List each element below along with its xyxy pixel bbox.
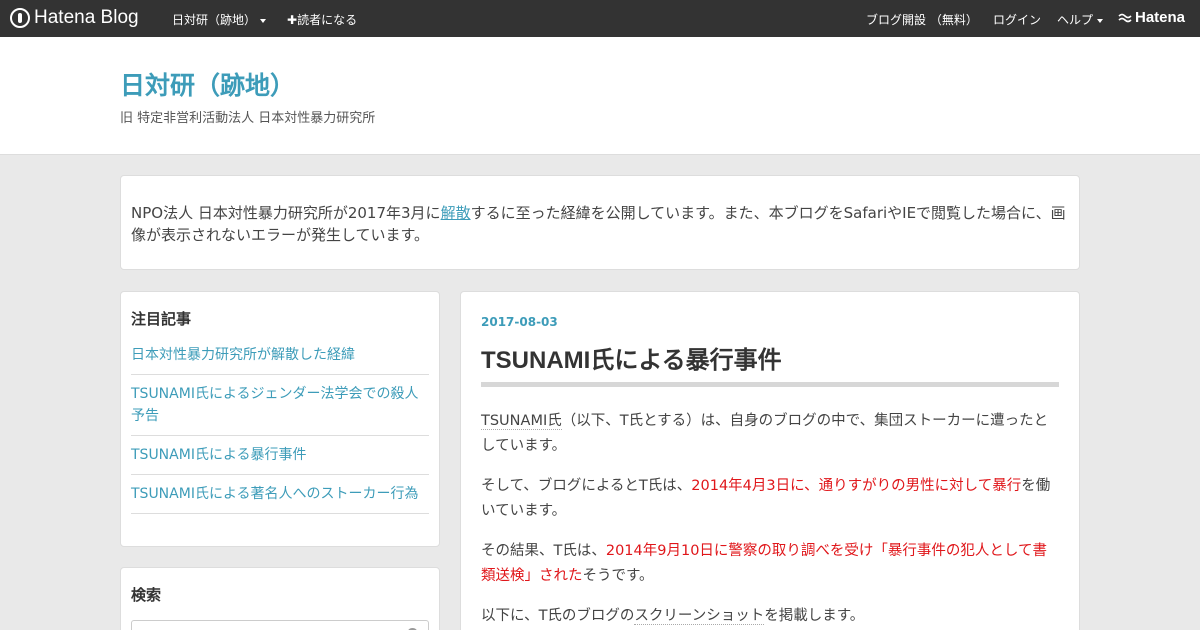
blog-description: 旧 特定非営利活動法人 日本対性暴力研究所 bbox=[120, 111, 376, 126]
keyword-link[interactable]: スクリーンショット bbox=[634, 608, 765, 625]
paragraph-text: そして、ブログによるとT氏は、 bbox=[481, 478, 692, 494]
paragraph: そして、ブログによるとT氏は、2014年4月3日に、通りすがりの男性に対して暴行… bbox=[481, 474, 1061, 524]
featured-item[interactable]: TSUNAMI氏によるジェンダー法学会での殺人予告 bbox=[131, 375, 429, 436]
hatena-blog-logo-text: Hatena Blog bbox=[34, 7, 139, 28]
title-divider bbox=[481, 382, 1059, 387]
dissolution-link[interactable]: 解散 bbox=[441, 204, 471, 222]
paragraph: その結果、T氏は、2014年9月10日に警察の取り調べを受け「暴行事件の犯人とし… bbox=[481, 539, 1061, 589]
subscribe-button[interactable]: ✚読者になる bbox=[287, 11, 357, 28]
post-title[interactable]: TSUNAMI氏による暴行事件 bbox=[481, 340, 782, 375]
hatena-logo-text: Hatena bbox=[1135, 9, 1186, 26]
paragraph-text: 以下に、T氏のブログの bbox=[481, 608, 635, 624]
post-body: TSUNAMI氏（以下、T氏とする）は、自身のブログの中で、集団ストーカーに遭っ… bbox=[481, 409, 1061, 630]
blog-menu-label: 日対研（跡地） bbox=[172, 13, 257, 27]
hatena-wave-icon bbox=[1118, 13, 1132, 22]
featured-articles-module: 注目記事 日本対性暴力研究所が解散した経緯 TSUNAMI氏によるジェンダー法学… bbox=[120, 291, 440, 547]
highlighted-text: 2014年4月3日に、通りすがりの男性に対して暴行 bbox=[691, 478, 1022, 494]
search-input[interactable] bbox=[131, 620, 429, 630]
blog-menu-dropdown[interactable]: 日対研（跡地） bbox=[172, 11, 267, 28]
featured-list: 日本対性暴力研究所が解散した経緯 TSUNAMI氏によるジェンダー法学会での殺人… bbox=[131, 336, 429, 514]
subscribe-label: 読者になる bbox=[297, 13, 358, 27]
plus-icon: ✚ bbox=[287, 13, 298, 27]
global-header: Hatena Blog 日対研（跡地） ✚読者になる ブログ開設 （無料） ログ… bbox=[0, 0, 1200, 37]
paragraph-text: を掲載します。 bbox=[764, 608, 865, 624]
paragraph-text: そうです。 bbox=[582, 568, 654, 584]
hatena-logo[interactable]: Hatena bbox=[1118, 9, 1185, 26]
notice-text: NPO法人 日本対性暴力研究所が2017年3月に解散するに至った経緯を公開してい… bbox=[131, 202, 1066, 246]
featured-heading: 注目記事 bbox=[131, 310, 192, 328]
search-module: 検索 bbox=[120, 567, 440, 630]
help-label: ヘルプ bbox=[1057, 13, 1094, 27]
blog-header: 日対研（跡地） 旧 特定非営利活動法人 日本対性暴力研究所 bbox=[0, 37, 1200, 155]
featured-item[interactable]: 日本対性暴力研究所が解散した経緯 bbox=[131, 336, 429, 375]
search-heading: 検索 bbox=[131, 586, 162, 604]
notice-box: NPO法人 日本対性暴力研究所が2017年3月に解散するに至った経緯を公開してい… bbox=[120, 175, 1080, 270]
article: 2017-08-03 TSUNAMI氏による暴行事件 TSUNAMI氏（以下、T… bbox=[460, 291, 1080, 630]
paragraph-text: その結果、T氏は、 bbox=[481, 543, 606, 559]
open-blog-link[interactable]: ブログ開設 （無料） bbox=[866, 11, 978, 28]
paragraph-text: （以下、T氏とする）は、自身のブログの中で、集団ストーカーに遭ったとしています。 bbox=[481, 413, 1049, 454]
blog-title[interactable]: 日対研（跡地） bbox=[120, 66, 295, 102]
hatena-blog-icon bbox=[10, 8, 30, 28]
paragraph: TSUNAMI氏（以下、T氏とする）は、自身のブログの中で、集団ストーカーに遭っ… bbox=[481, 409, 1061, 459]
help-dropdown[interactable]: ヘルプ bbox=[1057, 11, 1104, 28]
notice-text-before: NPO法人 日本対性暴力研究所が2017年3月に bbox=[131, 204, 441, 222]
hatena-blog-logo[interactable]: Hatena Blog bbox=[10, 7, 139, 29]
keyword-link[interactable]: TSUNAMI氏 bbox=[481, 413, 562, 430]
post-date[interactable]: 2017-08-03 bbox=[481, 315, 558, 329]
paragraph: 以下に、T氏のブログのスクリーンショットを掲載します。 bbox=[481, 604, 1061, 629]
featured-item[interactable]: TSUNAMI氏による著名人へのストーカー行為 bbox=[131, 475, 429, 514]
featured-item[interactable]: TSUNAMI氏による暴行事件 bbox=[131, 436, 429, 475]
chevron-down-icon bbox=[1097, 18, 1104, 23]
chevron-down-icon bbox=[260, 18, 267, 23]
login-link[interactable]: ログイン bbox=[993, 11, 1041, 28]
